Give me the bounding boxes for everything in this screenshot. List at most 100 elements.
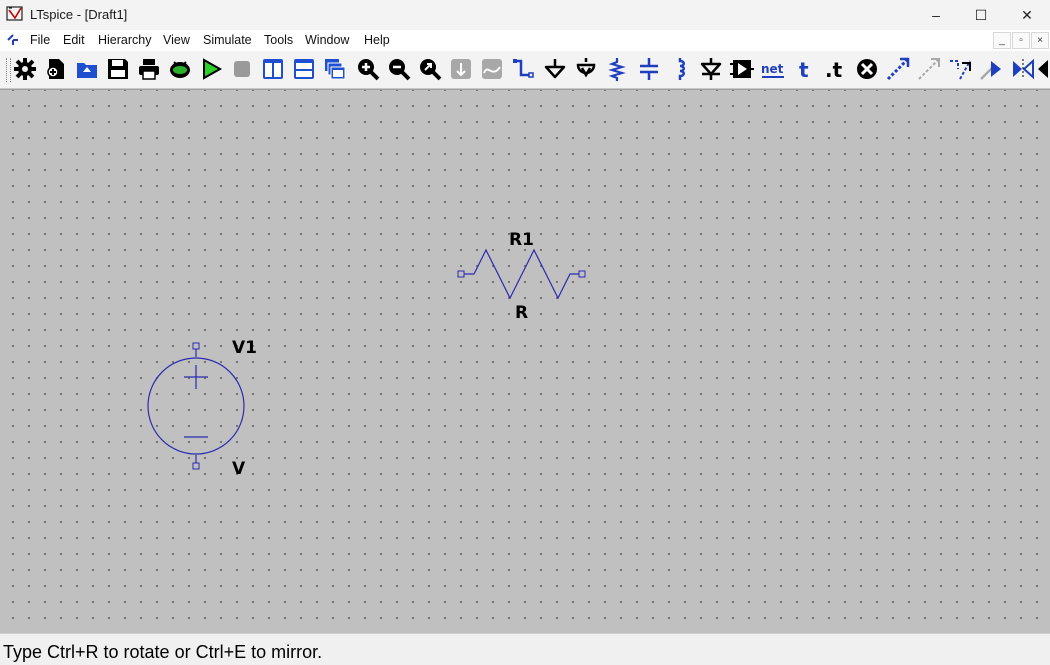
resistor-icon [608, 58, 626, 81]
schematic-canvas[interactable]: R1 R V1 V [0, 89, 1050, 634]
undo-button[interactable] [978, 56, 1004, 82]
window-title: LTspice - [Draft1] [30, 7, 128, 22]
rotate-button[interactable] [1036, 56, 1050, 82]
autorange-button[interactable] [448, 56, 474, 82]
mdi-restore-button[interactable]: ▫ [1012, 32, 1030, 49]
open-icon [77, 63, 97, 78]
duplicate-button[interactable] [885, 56, 911, 82]
wire-icon [513, 59, 534, 78]
place-resistor-button[interactable] [604, 56, 630, 82]
voltage-source-v1[interactable]: V1 V [147, 338, 257, 479]
place-inductor-button[interactable] [667, 56, 693, 82]
capacitor-icon [640, 58, 658, 80]
halt-button[interactable] [229, 56, 255, 82]
save-button[interactable] [105, 56, 131, 82]
schematic-doc-icon[interactable] [6, 32, 22, 48]
vsource-pin-top[interactable] [192, 342, 200, 350]
place-capacitor-button[interactable] [636, 56, 662, 82]
menu-help[interactable]: Help [364, 33, 390, 47]
menu-window[interactable]: Window [305, 33, 349, 47]
place-ground-button[interactable] [542, 56, 568, 82]
open-button[interactable] [74, 56, 100, 82]
schematic-drawing: R1 R V1 V [147, 230, 586, 479]
spice-directive-icon: .t [825, 58, 843, 81]
waveform-button[interactable] [479, 56, 505, 82]
zoom-fit-icon [420, 59, 442, 81]
zoom-to-fit-button[interactable] [417, 56, 443, 82]
title-bar: LTspice - [Draft1] – ☐ ✕ [0, 0, 1050, 30]
place-component-button[interactable] [729, 56, 755, 82]
resistor-pin-right[interactable] [578, 270, 586, 278]
minimize-button[interactable]: – [913, 0, 959, 30]
directive-label: .t [825, 58, 843, 81]
resistor-pin-left[interactable] [457, 270, 465, 278]
draw-wire-button[interactable] [510, 56, 536, 82]
delete-icon [857, 59, 877, 79]
netlist-label: net [761, 62, 784, 76]
spice-directive-button[interactable]: .t [822, 56, 848, 82]
autorange-icon [451, 59, 471, 79]
undo-icon [980, 61, 1001, 80]
drag-button[interactable] [947, 56, 973, 82]
status-message: Type Ctrl+R to rotate or Ctrl+E to mirro… [3, 642, 323, 662]
save-icon [108, 59, 128, 79]
menu-tools[interactable]: Tools [264, 33, 293, 47]
move-icon [918, 58, 940, 80]
menu-bar: File Edit Hierarchy View Simulate Tools … [0, 30, 1050, 51]
place-diode-button[interactable] [698, 56, 724, 82]
resistor-value[interactable]: R [515, 303, 528, 323]
ltspice-logo-icon [6, 6, 23, 21]
rotate-icon [1038, 60, 1048, 78]
redo-icon [1013, 58, 1034, 80]
print-button[interactable] [136, 56, 162, 82]
vsource-pin-bottom[interactable] [192, 462, 200, 470]
resistor-zigzag [464, 248, 579, 300]
spice-netlist-button[interactable] [167, 56, 193, 82]
toolbar: net t .t [0, 51, 1050, 89]
spice-netlist-icon [170, 61, 190, 78]
text-label: t [799, 58, 809, 81]
cascade-windows-button[interactable] [322, 56, 348, 82]
tile-vertically-button[interactable] [260, 56, 286, 82]
move-button[interactable] [916, 56, 942, 82]
resistor-refdes[interactable]: R1 [509, 230, 534, 250]
toolbar-grip[interactable] [6, 58, 11, 82]
menu-hierarchy[interactable]: Hierarchy [98, 33, 152, 47]
zoom-in-button[interactable] [355, 56, 381, 82]
mdi-minimize-button[interactable]: _ [993, 32, 1011, 49]
text-icon: t [799, 58, 809, 81]
menu-view[interactable]: View [163, 33, 190, 47]
zoom-out-button[interactable] [386, 56, 412, 82]
run-icon [203, 58, 223, 80]
control-panel-button[interactable] [12, 56, 38, 82]
label-net-button[interactable] [573, 56, 599, 82]
zoom-out-icon [389, 59, 411, 81]
halt-icon [234, 61, 250, 77]
label-net-icon [576, 58, 596, 78]
inductor-icon [678, 58, 685, 80]
place-text-button[interactable]: t [792, 56, 818, 82]
delete-button[interactable] [854, 56, 880, 82]
mdi-close-button[interactable]: × [1031, 32, 1049, 49]
drag-icon [950, 60, 971, 80]
vsource-value[interactable]: V [232, 459, 246, 479]
redo-button[interactable] [1010, 56, 1036, 82]
new-schematic-button[interactable] [43, 56, 69, 82]
menu-file[interactable]: File [30, 33, 50, 47]
tile-horizontally-button[interactable] [291, 56, 317, 82]
maximize-button[interactable]: ☐ [958, 0, 1004, 30]
duplicate-icon [886, 57, 910, 81]
run-button[interactable] [198, 56, 224, 82]
menu-edit[interactable]: Edit [63, 33, 85, 47]
tile-vertical-icon [263, 59, 283, 79]
resistor-r1[interactable]: R1 R [457, 230, 586, 323]
waveform-icon [482, 59, 502, 79]
netlist-icon: net [761, 62, 784, 78]
menu-simulate[interactable]: Simulate [203, 33, 252, 47]
close-button[interactable]: ✕ [1004, 0, 1050, 30]
netlist-button[interactable]: net [760, 56, 786, 82]
plus-sign-icon [184, 365, 208, 389]
component-icon [730, 60, 754, 78]
vsource-refdes[interactable]: V1 [232, 338, 257, 358]
diode-icon [700, 58, 722, 80]
